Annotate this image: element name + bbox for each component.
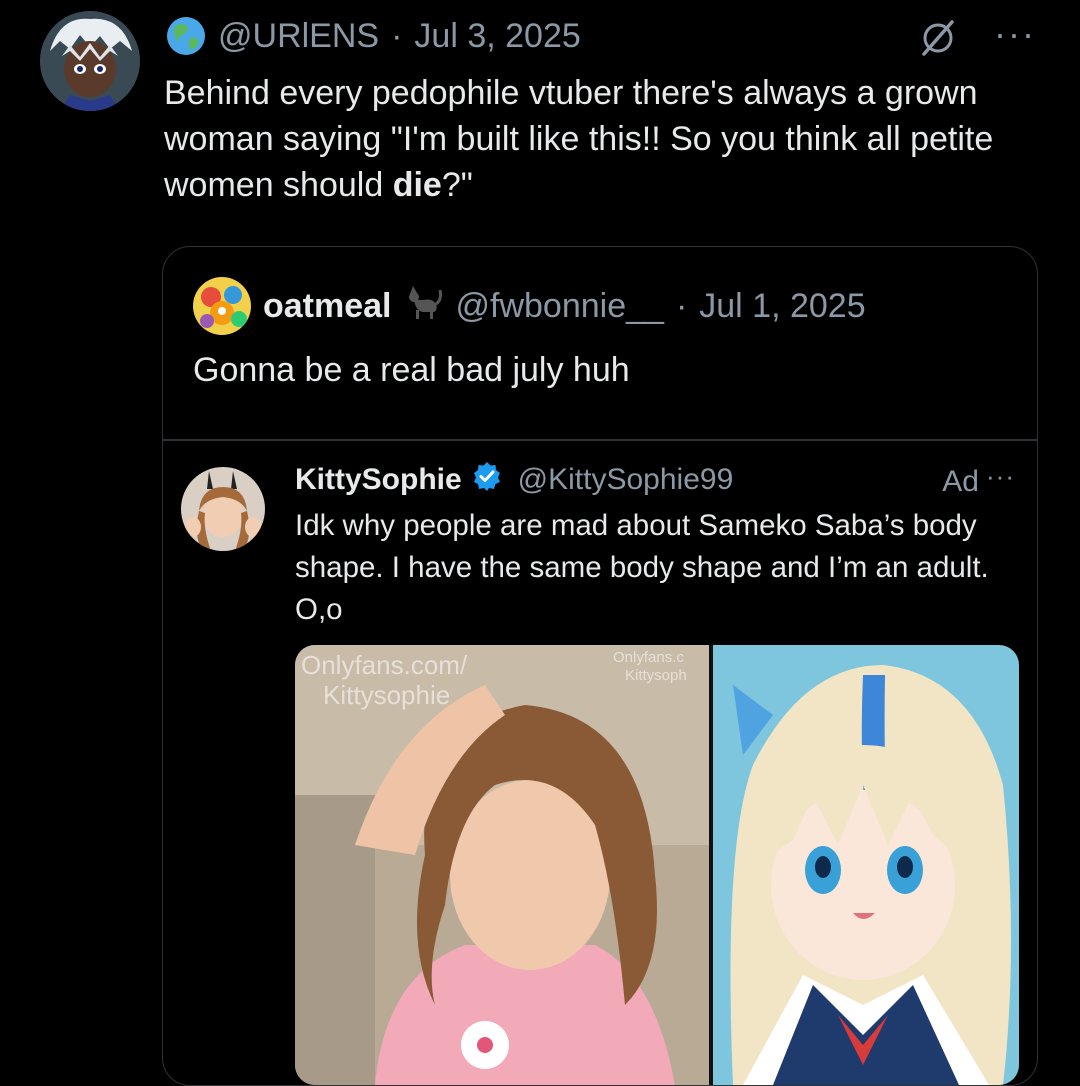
inner-tweet-header: KittySophie @KittySophie99 xyxy=(295,461,733,499)
media-photo-left[interactable]: Onlyfans.com/ Kittysophie xyxy=(295,645,709,1085)
watermark-right-line-1: Onlyfans.c xyxy=(613,649,684,666)
watermark-line-2: Kittysophie xyxy=(323,680,451,710)
tweet-actions-top: ··· xyxy=(918,15,1036,63)
inner-author-avatar[interactable] xyxy=(181,467,265,551)
media-grid[interactable]: Onlyfans.com/ Kittysophie Onlyfans.c Kit… xyxy=(295,645,1019,1085)
quote-author-avatar[interactable] xyxy=(193,277,251,335)
media-image-right[interactable]: Onlyfans.c Kittysoph xyxy=(613,645,1019,1085)
verified-badge-icon xyxy=(472,461,502,499)
ad-label: Ad xyxy=(942,465,979,498)
quote-text: Gonna be a real bad july huh xyxy=(193,351,630,389)
quote-handle[interactable]: @fwbonnie__ xyxy=(456,287,664,326)
header-separator: · xyxy=(391,16,403,55)
more-options-icon[interactable]: ··· xyxy=(994,15,1036,51)
divider xyxy=(163,439,1037,441)
inner-tweet-text: Idk why people are mad about Sameko Saba… xyxy=(295,509,989,626)
tweet-text-main: Behind every pedophile vtuber there's al… xyxy=(164,74,994,204)
quote-separator: · xyxy=(675,286,688,325)
tweet-text-bold: die xyxy=(392,166,442,204)
inner-handle[interactable]: @KittySophie99 xyxy=(518,463,734,497)
watermark-right-line-2: Kittysoph xyxy=(625,667,687,684)
quote-header: oatmeal @fwbonnie__ · Jul 1, 2025 xyxy=(193,277,866,335)
author-handle[interactable]: @URlENS xyxy=(218,17,379,56)
inner-display-name[interactable]: KittySophie xyxy=(295,463,462,497)
quoted-tweet-card[interactable]: oatmeal @fwbonnie__ · Jul 1, 2025 Gonna … xyxy=(162,246,1038,1086)
grok-icon[interactable] xyxy=(918,18,958,63)
author-avatar[interactable] xyxy=(40,11,140,111)
quote-display-name[interactable]: oatmeal xyxy=(263,287,392,326)
black-cat-icon xyxy=(404,282,444,331)
tweet-text: Behind every pedophile vtuber there's al… xyxy=(164,70,1024,208)
tweet-date[interactable]: Jul 3, 2025 xyxy=(414,17,580,56)
inner-more-options-icon[interactable]: ··· xyxy=(986,461,1015,492)
quote-date[interactable]: Jul 1, 2025 xyxy=(699,287,865,326)
globe-icon xyxy=(166,16,206,56)
tweet-text-end: ?" xyxy=(441,166,473,204)
watermark-line-1: Onlyfans.com/ xyxy=(301,650,468,680)
tweet-header: @URlENS · Jul 3, 2025 xyxy=(166,14,581,58)
